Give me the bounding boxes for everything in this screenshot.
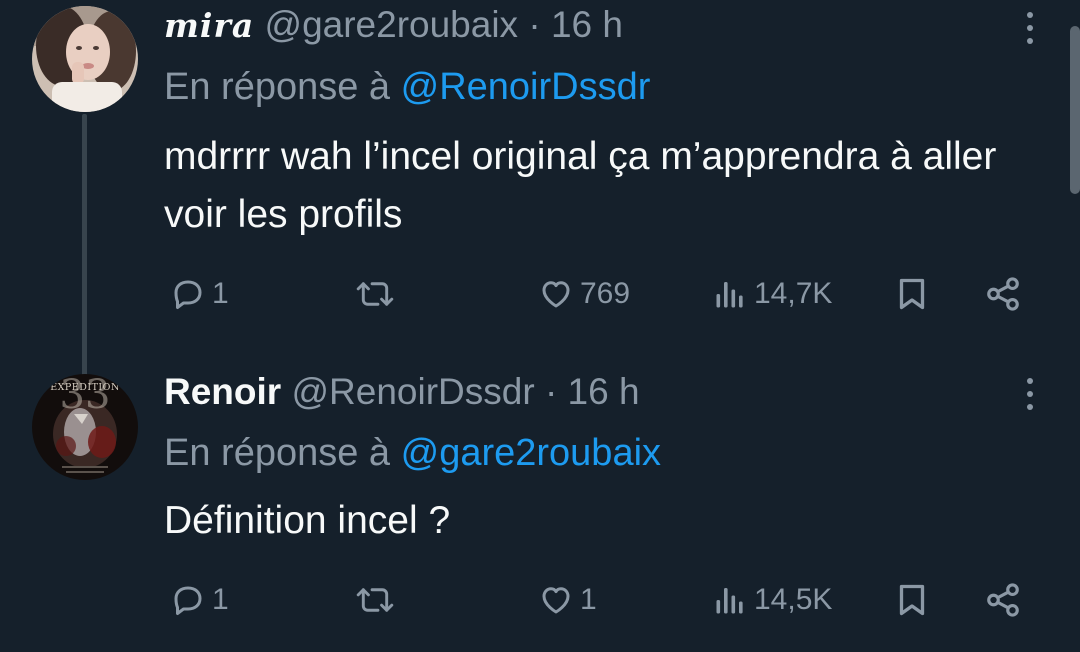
more-icon[interactable] xyxy=(1024,12,1036,44)
reply-context: En réponse à @gare2roubaix xyxy=(164,430,661,476)
share-button[interactable] xyxy=(984,578,1022,622)
bookmark-button[interactable] xyxy=(894,578,930,622)
avatar[interactable] xyxy=(32,6,138,112)
share-button[interactable] xyxy=(984,272,1022,316)
retweet-button[interactable] xyxy=(356,272,400,316)
timestamp[interactable]: 16 h xyxy=(551,4,623,45)
bookmark-icon xyxy=(899,584,925,616)
heart-icon xyxy=(542,587,570,614)
like-count: 1 xyxy=(580,583,597,616)
reply-button[interactable]: 1 xyxy=(170,272,229,316)
views-icon xyxy=(716,588,743,614)
reply-count: 1 xyxy=(212,583,229,616)
avatar-text: EXPEDITION xyxy=(50,382,120,393)
share-icon xyxy=(987,583,1019,617)
views-icon xyxy=(716,282,743,308)
tweet-actions: 1 1 14,5K xyxy=(164,578,1040,622)
reply-count: 1 xyxy=(212,277,229,310)
svg-text:33: 33 xyxy=(60,374,111,418)
display-name[interactable]: Renoir xyxy=(164,371,281,412)
handle[interactable]: @gare2roubaix xyxy=(265,4,519,45)
like-button[interactable]: 769 xyxy=(538,272,630,316)
views-button[interactable]: 14,5K xyxy=(712,578,832,622)
reply-prefix: En réponse à xyxy=(164,66,391,108)
views-count: 14,5K xyxy=(754,583,833,616)
tweet-header: Renoir @RenoirDssdr · 16 h xyxy=(164,370,1000,414)
reply-prefix: En réponse à xyxy=(164,432,391,474)
reply-icon xyxy=(174,586,202,615)
thread-line xyxy=(82,114,87,376)
separator: · xyxy=(544,371,558,412)
timestamp[interactable]: 16 h xyxy=(568,371,640,412)
bookmark-button[interactable] xyxy=(894,272,930,316)
reply-context: En réponse à @RenoirDssdr xyxy=(164,64,650,110)
tweet-text: Définition incel ? xyxy=(164,499,451,542)
retweet-button[interactable] xyxy=(356,578,400,622)
tweet[interactable]: 33 EXPEDITION Renoir @RenoirDssdr · 16 h… xyxy=(0,352,1080,652)
reply-mention-link[interactable]: @gare2roubaix xyxy=(401,432,661,474)
tweet-header: mira @gare2roubaix · 16 h xyxy=(164,3,1000,48)
more-icon[interactable] xyxy=(1024,378,1036,410)
views-button[interactable]: 14,7K xyxy=(712,272,832,316)
tweet[interactable]: mira @gare2roubaix · 16 h En réponse à @… xyxy=(0,0,1080,376)
handle[interactable]: @RenoirDssdr xyxy=(291,371,534,412)
display-name[interactable]: mira xyxy=(164,6,254,45)
like-button[interactable]: 1 xyxy=(538,578,597,622)
bookmark-icon xyxy=(899,278,925,310)
reply-mention-link[interactable]: @RenoirDssdr xyxy=(401,66,651,108)
reply-icon xyxy=(174,280,202,309)
avatar[interactable]: 33 EXPEDITION xyxy=(32,374,138,480)
share-icon xyxy=(987,277,1019,311)
retweet-icon xyxy=(356,588,394,612)
views-count: 14,7K xyxy=(754,277,833,310)
retweet-icon xyxy=(356,282,394,306)
separator: · xyxy=(528,4,541,45)
reply-button[interactable]: 1 xyxy=(170,578,229,622)
tweet-text: mdrrrr wah l’incel original ça m’apprend… xyxy=(164,135,997,236)
heart-icon xyxy=(542,281,570,308)
like-count: 769 xyxy=(580,277,631,310)
tweet-actions: 1 769 14,7K xyxy=(164,272,1040,316)
